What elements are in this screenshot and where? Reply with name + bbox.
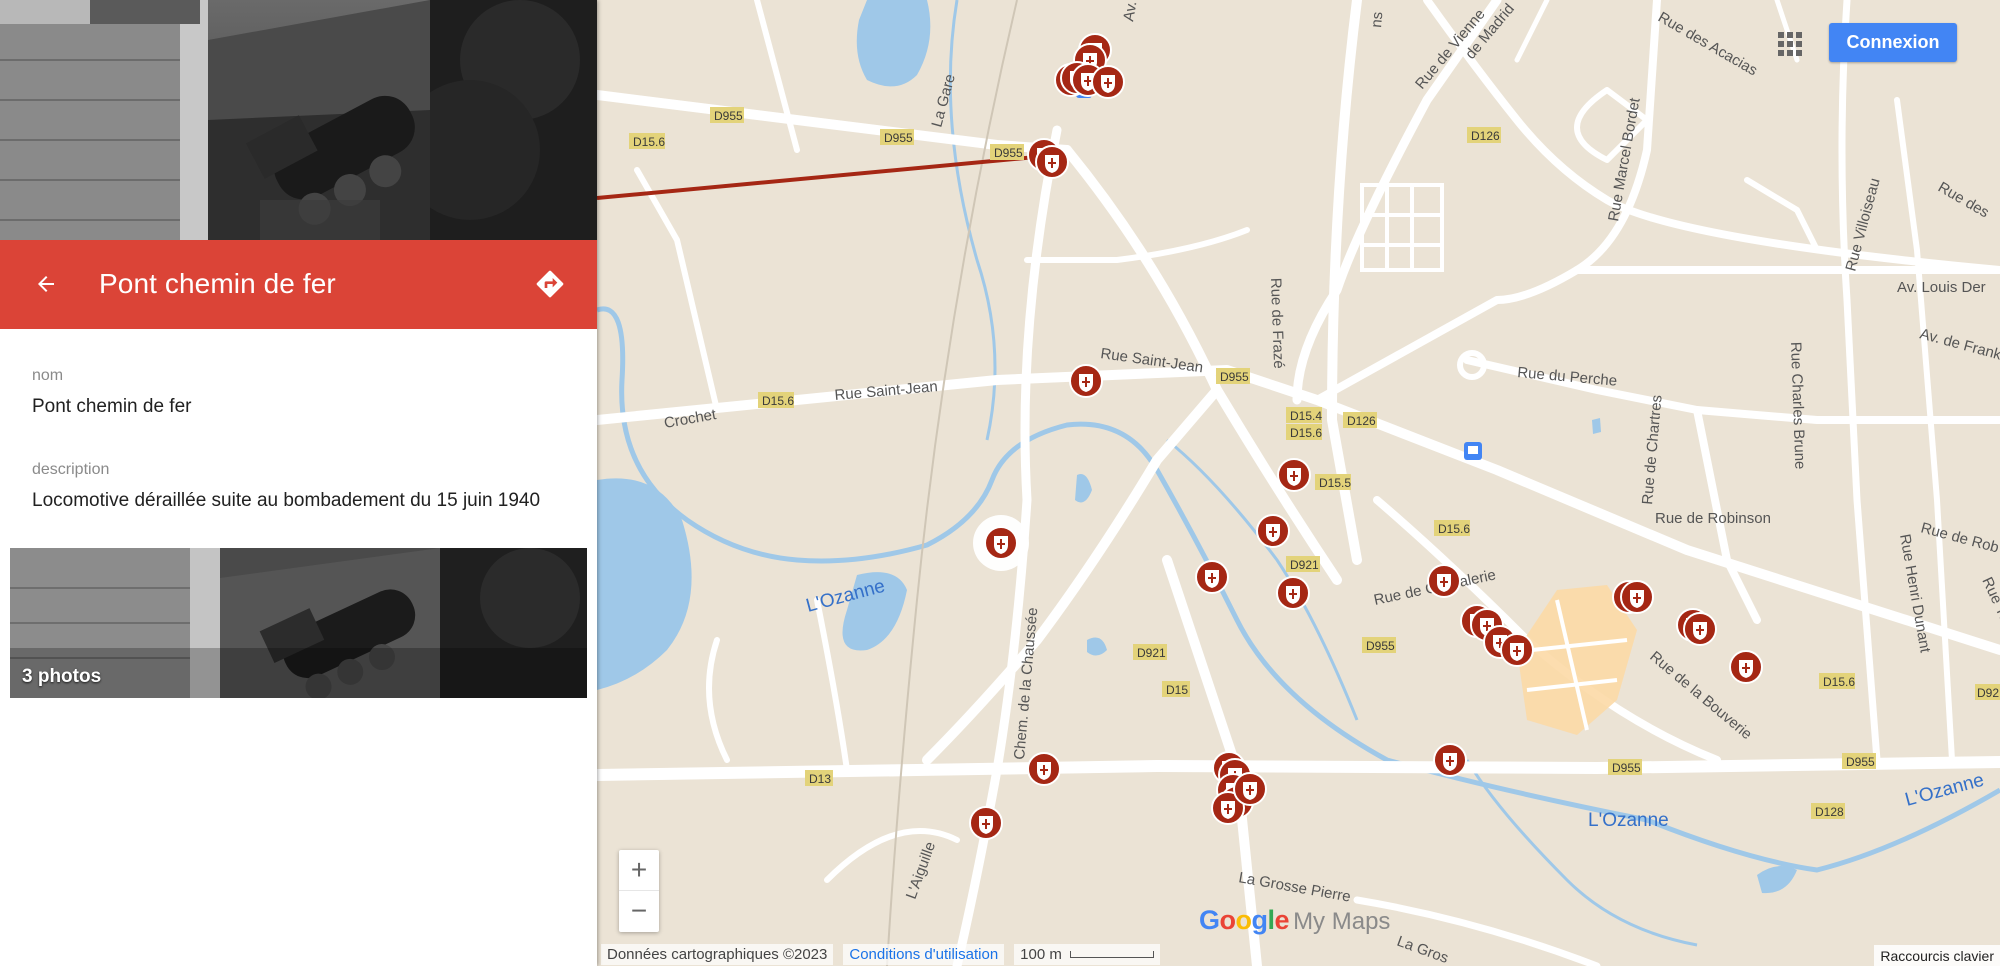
bus-stop-icon [1464, 442, 1482, 460]
svg-text:D126: D126 [1471, 129, 1500, 143]
zoom-out-button[interactable]: − [619, 891, 659, 931]
svg-text:D955: D955 [1366, 639, 1395, 653]
pin-icon [1027, 752, 1061, 786]
pin-icon [1256, 514, 1290, 548]
svg-text:D955: D955 [1220, 370, 1249, 384]
map-pin[interactable] [1499, 632, 1535, 668]
svg-text:D955: D955 [1612, 761, 1641, 775]
google-my-maps-logo: Google My Maps [1199, 905, 1390, 939]
map-pin[interactable] [1432, 742, 1468, 778]
map-pin[interactable] [1276, 457, 1312, 493]
apps-grid-icon [1778, 32, 1802, 56]
map-pin[interactable] [1026, 751, 1062, 787]
pin-icon [1433, 743, 1467, 777]
pin-icon [1233, 772, 1267, 806]
map-pin[interactable] [1255, 513, 1291, 549]
locomotive-photo [0, 0, 597, 240]
scale-label: 100 m [1020, 945, 1062, 963]
back-button[interactable] [22, 260, 70, 308]
back-arrow-icon [38, 276, 54, 292]
svg-text:L'Ozanne: L'Ozanne [1588, 810, 1669, 831]
app: Pont chemin de fer nom Pont chemin de fe… [0, 0, 2000, 966]
photos-count: 3 photos [22, 666, 102, 687]
svg-text:Rue de Frazé: Rue de Frazé [1267, 278, 1287, 369]
place-details-panel: Pont chemin de fer nom Pont chemin de fe… [0, 0, 597, 966]
keyboard-shortcuts-link[interactable]: Raccourcis clavier [1874, 945, 2000, 966]
photos-strip[interactable]: 3 photos [10, 548, 587, 698]
map-pin[interactable] [1426, 563, 1462, 599]
place-title: Pont chemin de fer [99, 268, 336, 299]
pin-icon [1035, 145, 1069, 179]
svg-text:D13: D13 [809, 772, 831, 786]
signin-button[interactable]: Connexion [1829, 23, 1957, 62]
zoom-in-button[interactable]: + [619, 850, 659, 891]
scale-bar [1069, 950, 1154, 958]
map-pin[interactable] [968, 805, 1004, 841]
pin-icon [1620, 580, 1654, 614]
my-maps-label: My Maps [1293, 908, 1391, 935]
map-footer: Données cartographiques ©2023 Conditions… [601, 942, 2000, 966]
pin-icon [1195, 560, 1229, 594]
svg-text:D15.4: D15.4 [1290, 409, 1322, 423]
map-pin[interactable] [1232, 771, 1268, 807]
pin-icon [1427, 564, 1461, 598]
pin-icon [973, 515, 1029, 571]
svg-text:D15.6: D15.6 [633, 135, 665, 149]
map-pin[interactable] [1619, 579, 1655, 615]
map-data-attribution: Données cartographiques ©2023 [601, 943, 834, 965]
directions-icon [536, 270, 564, 298]
map-pin[interactable] [1090, 64, 1126, 100]
svg-text:D955: D955 [714, 109, 743, 123]
pin-icon [1069, 364, 1103, 398]
nom-label: nom [32, 367, 64, 384]
svg-text:D955: D955 [994, 146, 1023, 160]
map-pin[interactable] [1728, 649, 1764, 685]
svg-text:Av. Louis Der: Av. Louis Der [1897, 279, 1986, 296]
pin-icon [1276, 576, 1310, 610]
terms-link[interactable]: Conditions d'utilisation [843, 943, 1005, 965]
map-canvas[interactable]: D15.6 D955 D955 D955 D126 D955 D15.6 D15… [597, 0, 2000, 966]
pin-icon [969, 806, 1003, 840]
svg-text:D15.5: D15.5 [1319, 476, 1351, 490]
place-hero-photo[interactable] [0, 0, 597, 240]
svg-text:Rue de Robinson: Rue de Robinson [1655, 510, 1771, 527]
pin-icon [1277, 458, 1311, 492]
svg-text:D15.6: D15.6 [1290, 426, 1322, 440]
panel-header: Pont chemin de fer [0, 240, 597, 329]
svg-text:D955: D955 [884, 131, 913, 145]
svg-text:Av.: Av. [1120, 0, 1140, 23]
directions-button[interactable] [526, 260, 574, 308]
pin-icon [1729, 650, 1763, 684]
svg-text:D15.6: D15.6 [1823, 675, 1855, 689]
pin-icon [1683, 612, 1717, 646]
google-logo: Google [1199, 905, 1290, 935]
nom-value: Pont chemin de fer [32, 396, 192, 417]
pin-icon [1500, 633, 1534, 667]
svg-text:D128: D128 [1815, 805, 1844, 819]
apps-button[interactable] [1774, 28, 1806, 60]
svg-text:D15.6: D15.6 [1438, 522, 1470, 536]
description-label: description [32, 461, 110, 478]
svg-text:D92: D92 [1977, 686, 1999, 700]
pin-icon [1091, 65, 1125, 99]
svg-text:ns: ns [1368, 11, 1386, 28]
svg-text:D955: D955 [1846, 755, 1875, 769]
selected-map-pin[interactable] [972, 514, 1030, 572]
description-value: Locomotive déraillée suite au bombademen… [32, 490, 541, 511]
map-pin[interactable] [1194, 559, 1230, 595]
map-pin[interactable] [1034, 144, 1070, 180]
svg-text:D921: D921 [1137, 646, 1166, 660]
zoom-control: + − [619, 850, 659, 932]
svg-text:D15: D15 [1166, 683, 1188, 697]
map-pin[interactable] [1068, 363, 1104, 399]
svg-text:D126: D126 [1347, 414, 1376, 428]
svg-text:D15.6: D15.6 [762, 394, 794, 408]
svg-text:D921: D921 [1290, 558, 1319, 572]
map-pin[interactable] [1682, 611, 1718, 647]
scale-indicator[interactable]: 100 m [1014, 943, 1160, 965]
map-pin[interactable] [1275, 575, 1311, 611]
